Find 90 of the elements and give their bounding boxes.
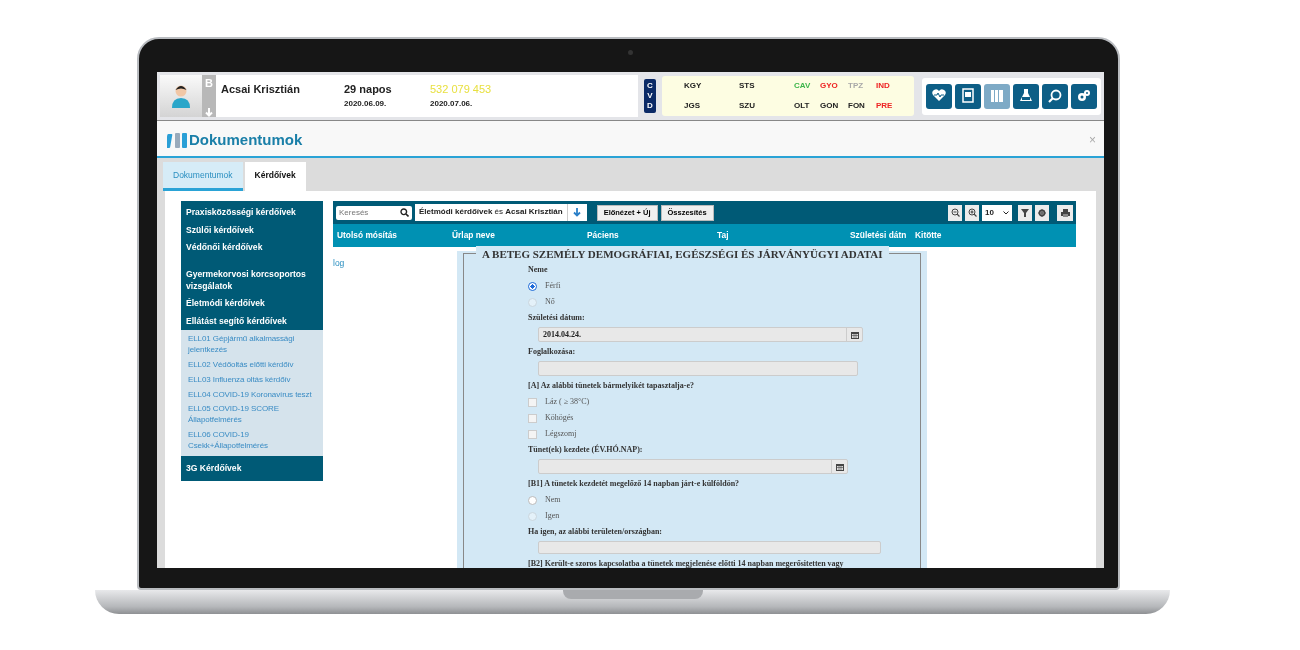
column-header: Taj: [717, 229, 730, 242]
field-label: [A] Az alábbi tünetek bármelyikét tapasztalja-e?: [528, 380, 695, 393]
filter-text: Életmódi kérdőívek és Acsai Krisztián: [415, 204, 567, 222]
tool-button[interactable]: [1013, 83, 1039, 109]
column-header: Utolsó mósítás: [337, 229, 399, 242]
code-label: JGS: [684, 101, 700, 110]
patient-name: Acsai Krisztián: [221, 82, 301, 97]
text-field[interactable]: [538, 361, 858, 377]
caret-icon: [1003, 210, 1009, 215]
option-label: Láz ( ≥ 38°C): [545, 396, 590, 409]
print-icon: [1060, 208, 1070, 217]
taj-number: 532 079 453: [430, 82, 492, 97]
code-label: TPZ: [848, 81, 864, 90]
field-label: Neme: [528, 264, 549, 277]
code-label: PRE: [876, 101, 893, 110]
sidebar-item[interactable]: Praxisközösségi kérdőívek: [181, 201, 323, 222]
field-label: Foglalkozása:: [528, 346, 577, 359]
gear-icon: [1038, 208, 1046, 217]
binders-icon: [989, 88, 1005, 104]
code-label: OLT: [794, 101, 810, 110]
checkbox[interactable]: [528, 429, 537, 439]
code-label: GON: [820, 101, 839, 110]
birth-date: 2020.06.09.: [344, 97, 388, 110]
code-label: KGY: [684, 81, 702, 90]
modal-title: Dokumentumok: [189, 130, 303, 150]
filter-button[interactable]: [1018, 204, 1032, 221]
badge-label: B: [205, 76, 213, 91]
filter-icon: [1021, 208, 1029, 217]
field-label: [B1] A tünetek kezdetét megelőző 14 napban járt-e külföldön?: [528, 478, 741, 491]
tool-button[interactable]: [926, 83, 952, 109]
tool-button[interactable]: [1071, 83, 1097, 109]
date-value: 2014.04.24.: [543, 328, 581, 341]
document-icon: [960, 88, 976, 104]
option-label: Férfi: [545, 280, 561, 293]
search-icon: [1047, 88, 1063, 104]
field-label: Ha igen, az alábbi területen/országban:: [528, 526, 663, 539]
option-label: Köhögés: [545, 412, 574, 425]
option-label: Igen: [545, 510, 560, 523]
page-size-value: 10: [985, 206, 994, 219]
radio-button[interactable]: [528, 495, 537, 505]
avatar-icon: [170, 84, 192, 108]
code-label: IND: [876, 81, 890, 90]
zoom-in-icon: [967, 208, 977, 218]
date-text: 2020.07.06.: [430, 97, 474, 110]
column-header: Páciens: [587, 229, 620, 242]
print-button[interactable]: [1057, 204, 1073, 221]
option-label: Nő: [545, 296, 555, 309]
code-label: STS: [739, 81, 755, 90]
zoom-in-button[interactable]: [965, 204, 979, 221]
sidebar-item[interactable]: Életmódi kérdőívek: [181, 295, 323, 313]
flask-icon: [1018, 88, 1034, 104]
date-field[interactable]: [538, 459, 848, 475]
search-field[interactable]: Keresés: [336, 205, 412, 220]
page-size-select[interactable]: 10: [982, 204, 1012, 221]
sidebar-item[interactable]: Védőnői kérdőívek: [181, 239, 323, 258]
calendar-icon: [850, 330, 859, 339]
tab[interactable]: Kérdőívek: [244, 161, 306, 192]
code-label: CAV: [794, 81, 811, 90]
zoom-out-button[interactable]: [948, 204, 962, 221]
zoom-out-icon: [950, 208, 960, 218]
field-label: [B2] Került-e szoros kapcsolatba a tünetek megjelenése előtti 14 napban megerősitetten vagy: [528, 558, 845, 568]
field-label: Tünet(ek) kezdete (ÉV.HÓ.NAP):: [528, 443, 644, 457]
sidebar-item[interactable]: Gyermekorvosi korcsoportos vizsgálatok: [181, 257, 323, 296]
down-arrow-icon: [573, 208, 582, 218]
age-text: 29 napos: [344, 82, 393, 97]
search-icon: [400, 208, 409, 218]
tool-button[interactable]: [1042, 83, 1068, 109]
gears-icon: [1076, 88, 1092, 104]
column-header: Űrlap neve: [452, 229, 496, 242]
checkbox[interactable]: [528, 397, 537, 407]
column-header: Kitötte: [915, 229, 943, 242]
settings-button[interactable]: [1035, 204, 1049, 221]
code-label: SZU: [739, 101, 755, 110]
camera-icon: [628, 50, 633, 55]
cvd-badge: CVD: [644, 79, 656, 113]
radio-button[interactable]: [528, 281, 537, 291]
option-label: Légszomj: [545, 428, 577, 441]
heart-pulse-icon: [931, 88, 947, 104]
log-link[interactable]: log: [333, 257, 345, 268]
column-header: Születési dátn: [850, 229, 908, 242]
code-label: FON: [848, 101, 865, 110]
tool-button[interactable]: [955, 83, 981, 109]
sidebar-item[interactable]: 3G Kérdőívek: [181, 455, 323, 482]
date-field[interactable]: 2014.04.24.: [538, 327, 863, 343]
option-label: Nem: [545, 494, 561, 507]
code-label: GYO: [820, 81, 838, 90]
field-label: Születési dátum:: [528, 312, 586, 325]
binders-icon: [167, 131, 189, 150]
checkbox[interactable]: [528, 413, 537, 423]
calendar-icon: [835, 462, 844, 471]
